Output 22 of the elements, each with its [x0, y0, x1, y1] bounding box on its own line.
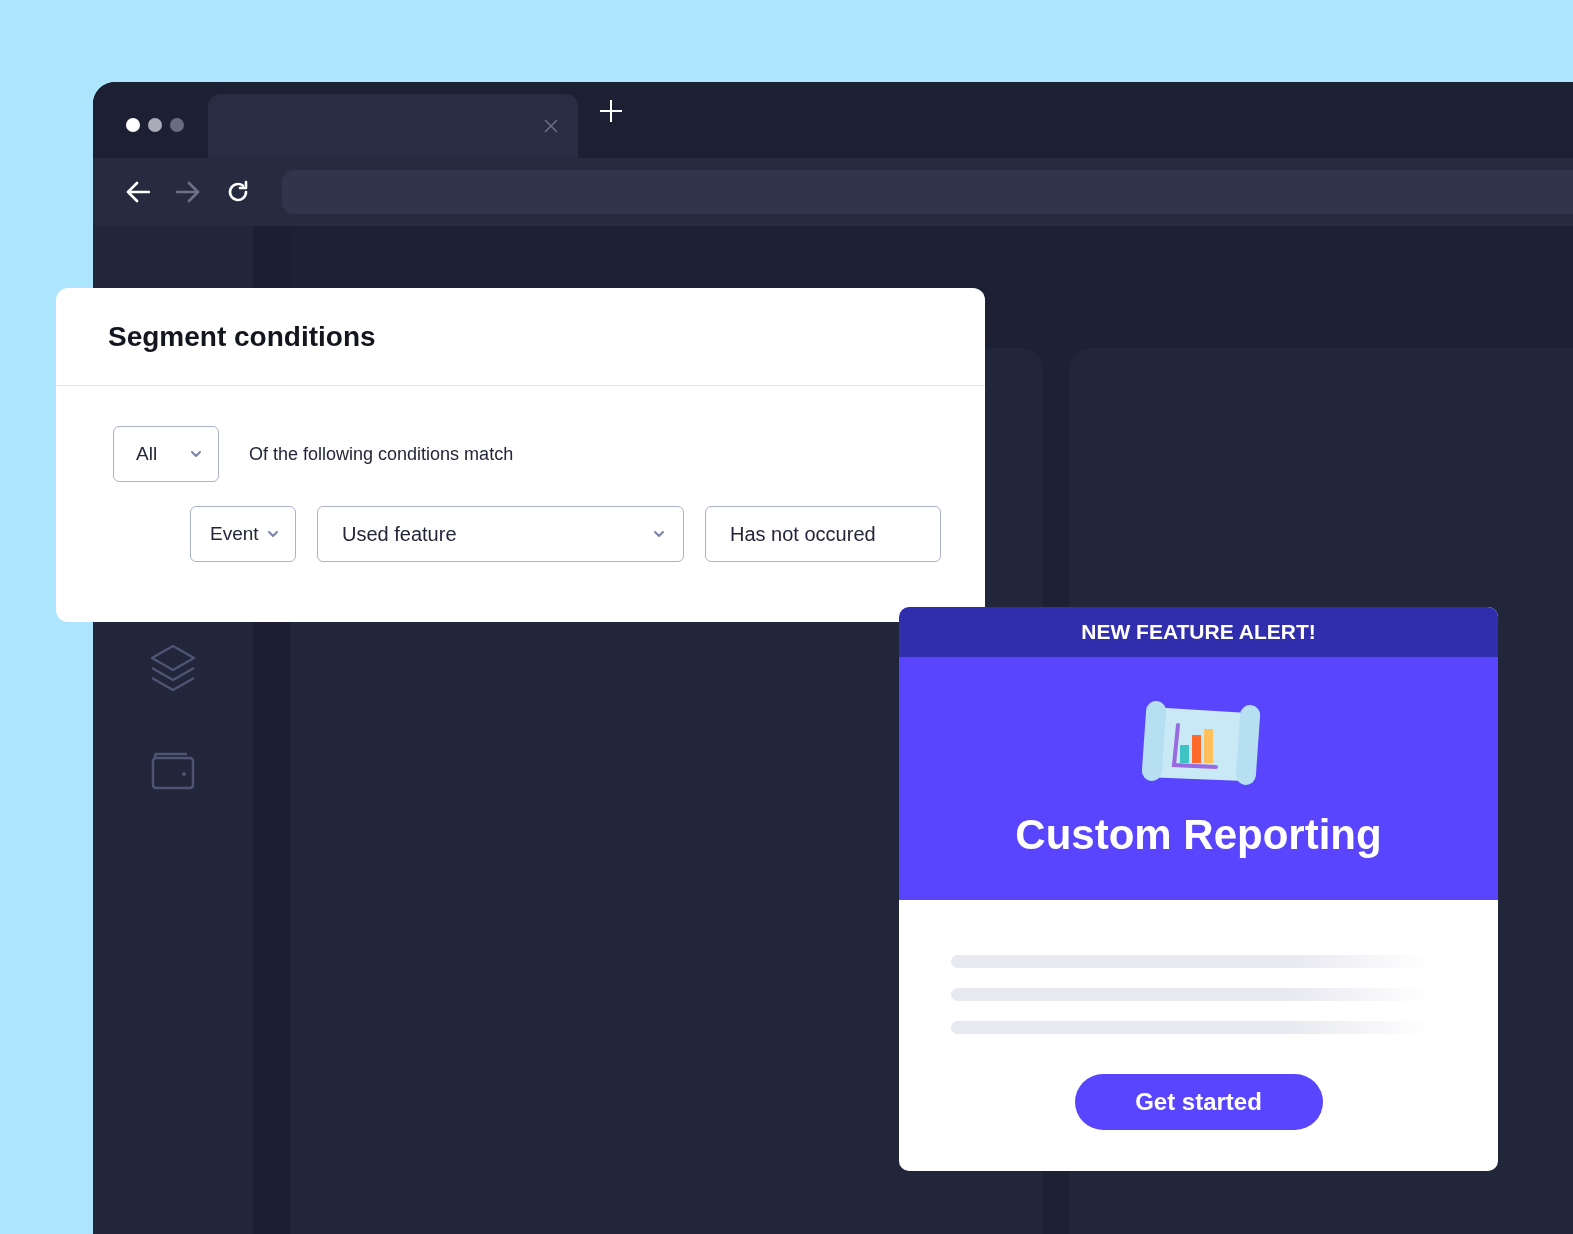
operator-field[interactable]: Has not occured [705, 506, 941, 562]
window-control-dot[interactable] [148, 118, 162, 132]
back-arrow-icon[interactable] [126, 181, 150, 203]
get-started-button[interactable]: Get started [1074, 1074, 1323, 1130]
card-title: Segment conditions [108, 320, 376, 353]
match-label: Of the following conditions match [249, 443, 514, 465]
banner-text: NEW FEATURE ALERT! [1081, 620, 1316, 644]
window-control-dot[interactable] [126, 118, 140, 132]
close-icon[interactable] [544, 119, 558, 133]
forward-arrow-icon[interactable] [176, 181, 200, 203]
wallet-icon[interactable] [151, 752, 195, 790]
window-control-dot[interactable] [170, 118, 184, 132]
property-dropdown[interactable]: Used feature [317, 506, 684, 562]
chevron-down-icon [653, 530, 665, 538]
layers-icon[interactable] [150, 644, 196, 692]
plus-icon[interactable] [600, 100, 622, 122]
reload-icon[interactable] [226, 180, 250, 204]
feature-title: Custom Reporting [1015, 811, 1382, 859]
chevron-down-icon [190, 450, 202, 458]
type-dropdown[interactable]: Event [190, 506, 296, 562]
chevron-down-icon [267, 530, 279, 538]
match-dropdown[interactable]: All [113, 426, 219, 482]
